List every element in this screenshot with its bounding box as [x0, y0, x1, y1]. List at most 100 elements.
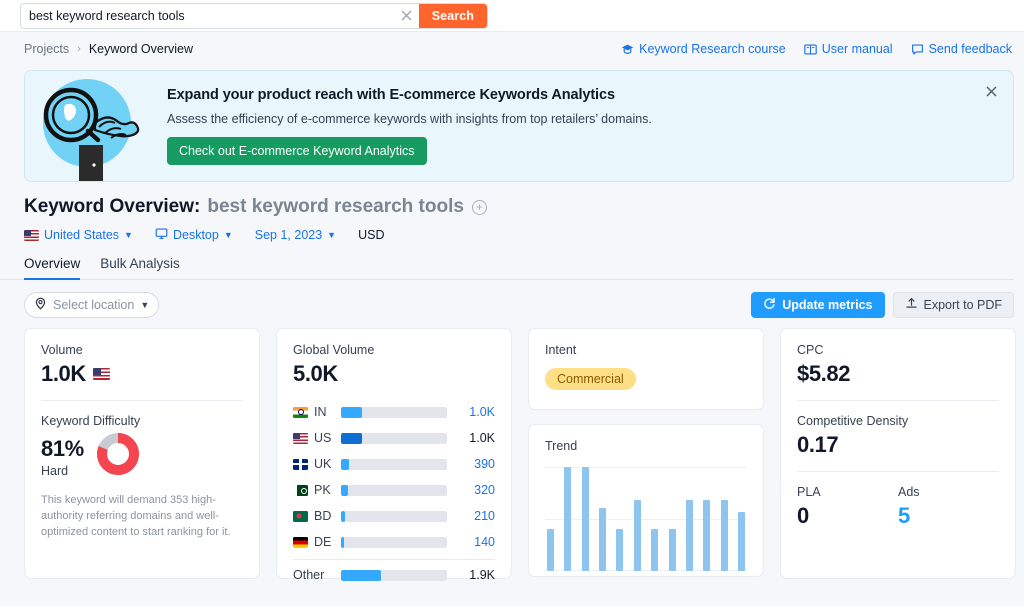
volume-value-cell[interactable]: 320: [457, 483, 495, 497]
plus-circle-icon[interactable]: +: [471, 199, 487, 215]
device-filter-label: Desktop: [172, 228, 219, 242]
select-location-label: Select location: [53, 298, 135, 312]
toolbar-actions: Update metrics Export to PDF: [751, 292, 1014, 318]
volume-bar-track: [341, 536, 447, 548]
trend-bar-chart: [545, 467, 747, 571]
trend-bar: [564, 467, 572, 571]
global-volume-row: US 1.0K: [293, 425, 495, 451]
volume-bar-track: [341, 406, 447, 418]
country-code-label: Other: [293, 568, 325, 582]
intent-label: Intent: [545, 343, 577, 357]
refresh-icon: [763, 297, 776, 313]
country-cell: UK: [293, 457, 341, 471]
volume-value-row: 1.0K: [41, 361, 243, 387]
country-cell: BD: [293, 509, 341, 523]
global-volume-row: UK 390: [293, 451, 495, 477]
trend-bar: [581, 467, 589, 571]
breadcrumb-current: Keyword Overview: [88, 42, 194, 56]
country-code-label: UK: [314, 457, 332, 471]
flag-de-icon: [293, 536, 308, 548]
volume-section: Volume 1.0K: [41, 343, 243, 387]
export-to-pdf-button[interactable]: Export to PDF: [892, 292, 1014, 318]
promo-banner-close-icon[interactable]: [981, 81, 1001, 101]
date-filter[interactable]: Sep 1, 2023 ▼: [255, 228, 336, 242]
flag-pk-icon: [293, 484, 308, 496]
tab-bar: Overview Bulk Analysis: [0, 243, 1014, 280]
volume-value: 1.0K: [41, 361, 86, 386]
metrics-grid: Volume 1.0K Keyword Difficulty 81% Hard: [0, 318, 1024, 582]
cpc-card: CPC $5.82 Competitive Density 0.17 PLA 0…: [780, 328, 1016, 579]
country-code-label: DE: [314, 535, 332, 549]
volume-value-cell[interactable]: 1.0K: [457, 405, 495, 419]
breadcrumb-projects[interactable]: Projects: [24, 42, 69, 56]
keyword-difficulty-percent: 81%: [41, 435, 84, 461]
breadcrumb-bar: Projects › Keyword Overview Keyword Rese…: [0, 32, 1024, 66]
user-manual-label: User manual: [821, 42, 893, 56]
search-button[interactable]: Search: [418, 3, 487, 28]
book-icon: [803, 43, 817, 56]
trend-bar: [651, 529, 659, 571]
user-manual-link[interactable]: User manual: [803, 42, 893, 56]
volume-label: Volume: [41, 343, 83, 357]
promo-banner-title: Expand your product reach with E-commerc…: [167, 87, 615, 103]
volume-value-cell[interactable]: 390: [457, 457, 495, 471]
trend-bar: [703, 500, 711, 571]
volume-bar-fill: [341, 569, 382, 581]
global-volume-value: 5.0K: [293, 361, 338, 386]
global-volume-row: PK 320: [293, 477, 495, 503]
device-filter[interactable]: Desktop ▼: [155, 227, 233, 243]
currency-value: USD: [358, 228, 385, 242]
keyword-research-course-link[interactable]: Keyword Research course: [621, 42, 786, 56]
flag-us-icon: [24, 229, 39, 241]
currency-label: USD: [358, 228, 384, 242]
tab-bulk-analysis[interactable]: Bulk Analysis: [100, 256, 180, 280]
trend-bars: [545, 467, 747, 571]
country-cell: PK: [293, 483, 341, 497]
country-cell: DE: [293, 535, 341, 549]
ads-value[interactable]: 5: [898, 503, 999, 529]
global-volume-other-row: Other 1.9K: [293, 562, 495, 588]
clear-search-icon[interactable]: [394, 3, 419, 28]
keyword-difficulty-donut-chart: [96, 432, 140, 481]
trend-bar: [737, 511, 745, 571]
competitive-density-value: 0.17: [797, 432, 839, 457]
keyword-difficulty-note: This keyword will demand 353 high-author…: [41, 494, 231, 538]
select-location-dropdown[interactable]: Select location ▼: [24, 292, 160, 318]
trend-label: Trend: [545, 439, 578, 453]
trend-bar: [616, 529, 624, 571]
search-input[interactable]: [21, 3, 395, 28]
toolbar: Select location ▼ Update metrics Export …: [0, 280, 1024, 318]
global-volume-divider: [293, 559, 495, 560]
promo-banner-cta-button[interactable]: Check out E-commerce Keyword Analytics: [167, 137, 427, 165]
update-metrics-button[interactable]: Update metrics: [751, 292, 885, 318]
volume-value-cell[interactable]: 210: [457, 509, 495, 523]
cpc-label: CPC: [797, 343, 824, 357]
volume-bar-fill: [341, 458, 350, 470]
send-feedback-link[interactable]: Send feedback: [911, 42, 1012, 56]
country-cell: IN: [293, 405, 341, 419]
cpc-section: CPC $5.82: [797, 343, 999, 387]
intent-badge[interactable]: Commercial: [545, 368, 636, 390]
pla-value: 0: [797, 503, 809, 528]
volume-bar-fill: [341, 432, 363, 444]
volume-bar-fill: [341, 484, 348, 496]
country-filter-label: United States: [44, 228, 120, 242]
keyword-difficulty-value-row: 81% Hard: [41, 432, 243, 481]
volume-value-cell: 1.0K: [469, 431, 495, 445]
card-divider: [797, 471, 999, 472]
trend-bar: [633, 500, 641, 571]
volume-bar-fill: [341, 536, 345, 548]
flag-us-icon: [92, 368, 110, 380]
trend-bar: [668, 529, 676, 571]
promo-banner-subtitle: Assess the efficiency of e-commerce keyw…: [167, 112, 652, 126]
tab-overview[interactable]: Overview: [24, 256, 81, 280]
filter-bar: United States ▼ Desktop ▼ Sep 1, 2023 ▼ …: [0, 218, 1024, 243]
intent-card: Intent Commercial: [528, 328, 764, 410]
country-filter[interactable]: United States ▼: [24, 228, 133, 242]
country-code-label: IN: [314, 405, 327, 419]
keyword-difficulty-section: Keyword Difficulty 81% Hard This keyword…: [41, 414, 243, 541]
pla-section: PLA 0: [797, 485, 898, 529]
volume-bar-fill: [341, 406, 363, 418]
country-cell: US: [293, 431, 341, 445]
volume-value-cell[interactable]: 140: [457, 535, 495, 549]
